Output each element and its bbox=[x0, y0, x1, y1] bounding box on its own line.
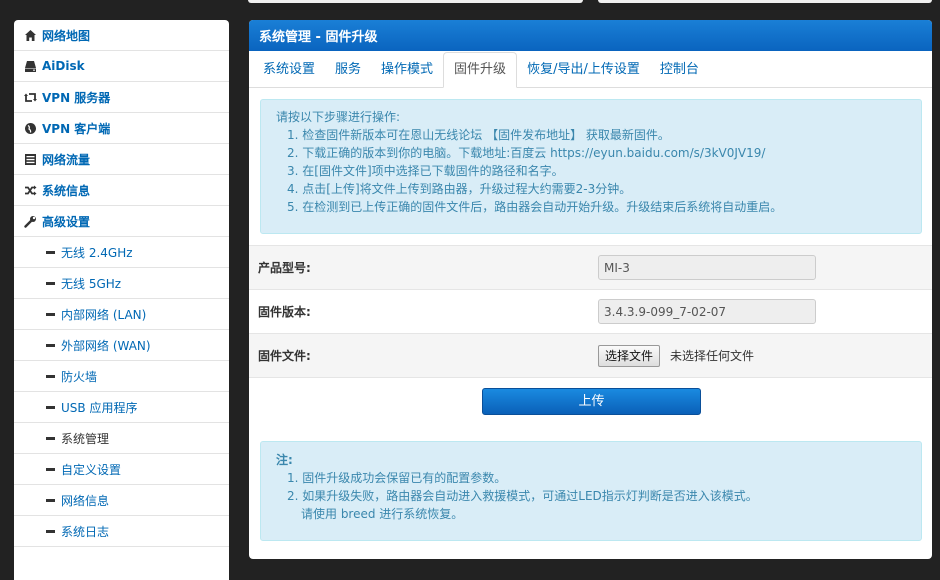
model-label: 产品型号: bbox=[258, 261, 311, 275]
sidebar-subitem-usb[interactable]: USB 应用程序 bbox=[14, 392, 229, 423]
model-row: 产品型号: MI-3 bbox=[249, 245, 932, 289]
sidebar-subitem-custom[interactable]: 自定义设置 bbox=[14, 454, 229, 485]
sidebar-subitem-label: 系统管理 bbox=[61, 431, 110, 446]
sidebar-item-aidisk[interactable]: AiDisk bbox=[14, 51, 229, 82]
tab-restore-export[interactable]: 恢复/导出/上传设置 bbox=[517, 53, 650, 87]
shuffle-icon bbox=[24, 184, 37, 197]
sidebar-item-label: VPN 客户端 bbox=[42, 121, 111, 136]
version-row: 固件版本: 3.4.3.9-099_7-02-07 bbox=[249, 289, 932, 333]
instruction-step: 4. 点击[上传]将文件上传到路由器，升级过程大约需要2-3分钟。 bbox=[287, 182, 632, 196]
sidebar: 网络地图 AiDisk VPN 服务器 VPN 客户端 网络流量 系统信息 高级… bbox=[14, 20, 229, 580]
sidebar-item-label: 网络地图 bbox=[42, 28, 91, 43]
instruction-step: 1. 检查固件新版本可在恩山无线论坛 【固件发布地址】 获取最新固件。 bbox=[287, 128, 670, 142]
sidebar-subitem-label: 系统日志 bbox=[61, 524, 110, 539]
instruction-step: 2. 下载正确的版本到你的电脑。下载地址:百度云 https://eyun.ba… bbox=[287, 146, 766, 160]
file-row: 固件文件: 选择文件 未选择任何文件 bbox=[249, 333, 932, 377]
sidebar-subitem-label: 外部网络 (WAN) bbox=[61, 338, 151, 353]
sidebar-subitem-net-info[interactable]: 网络信息 bbox=[14, 485, 229, 516]
note-line: 1. 固件升级成功会保留已有的配置参数。 bbox=[287, 471, 507, 485]
dash-icon bbox=[46, 467, 55, 471]
sidebar-subitem-wireless-24[interactable]: 无线 2.4GHz bbox=[14, 237, 229, 268]
hdd-icon bbox=[24, 60, 37, 73]
sidebar-item-network-map[interactable]: 网络地图 bbox=[14, 20, 229, 51]
dash-icon bbox=[46, 312, 55, 316]
tab-bar: 系统设置 服务 操作模式 固件升级 恢复/导出/上传设置 控制台 bbox=[249, 51, 932, 88]
choose-file-button[interactable]: 选择文件 bbox=[598, 344, 661, 367]
tab-operation-mode[interactable]: 操作模式 bbox=[371, 53, 443, 87]
sidebar-item-label: VPN 服务器 bbox=[42, 90, 111, 105]
tab-services[interactable]: 服务 bbox=[325, 53, 371, 87]
dash-icon bbox=[46, 498, 55, 502]
sidebar-subitem-wan[interactable]: 外部网络 (WAN) bbox=[14, 330, 229, 361]
sidebar-subitem-label: 内部网络 (LAN) bbox=[61, 307, 147, 322]
dash-icon bbox=[46, 343, 55, 347]
home-icon bbox=[24, 29, 37, 42]
main-panel: 系统管理 - 固件升级 系统设置 服务 操作模式 固件升级 恢复/导出/上传设置… bbox=[249, 20, 932, 559]
dash-icon bbox=[46, 250, 55, 254]
sidebar-subitem-wireless-5[interactable]: 无线 5GHz bbox=[14, 268, 229, 299]
upload-button[interactable]: 上传 bbox=[482, 388, 701, 415]
tab-system-settings[interactable]: 系统设置 bbox=[253, 53, 325, 87]
sidebar-item-label: AiDisk bbox=[42, 59, 85, 73]
sidebar-item-label: 高级设置 bbox=[42, 214, 91, 229]
list-icon bbox=[24, 153, 37, 166]
retweet-icon bbox=[24, 91, 37, 104]
no-file-text: 未选择任何文件 bbox=[670, 349, 755, 363]
sidebar-subitem-label: 无线 2.4GHz bbox=[61, 245, 133, 260]
model-field: MI-3 bbox=[598, 255, 816, 280]
top-bar-right bbox=[598, 0, 932, 3]
note-line: 2. 如果升级失败，路由器会自动进入救援模式，可通过LED指示灯判断是否进入该模… bbox=[287, 489, 758, 503]
sidebar-item-traffic[interactable]: 网络流量 bbox=[14, 144, 229, 175]
file-label: 固件文件: bbox=[258, 349, 311, 363]
sidebar-item-vpn-client[interactable]: VPN 客户端 bbox=[14, 113, 229, 144]
sidebar-item-advanced[interactable]: 高级设置 bbox=[14, 206, 229, 237]
sidebar-item-vpn-server[interactable]: VPN 服务器 bbox=[14, 82, 229, 113]
wrench-icon bbox=[24, 215, 37, 228]
version-field: 3.4.3.9-099_7-02-07 bbox=[598, 299, 816, 324]
dash-icon bbox=[46, 281, 55, 285]
tab-firmware-upgrade[interactable]: 固件升级 bbox=[443, 52, 518, 88]
sidebar-subitem-label: 自定义设置 bbox=[61, 462, 122, 477]
instruction-step: 3. 在[固件文件]项中选择已下载固件的路径和名字。 bbox=[287, 164, 564, 178]
sidebar-subitem-lan[interactable]: 内部网络 (LAN) bbox=[14, 299, 229, 330]
sidebar-subitem-label: 防火墙 bbox=[61, 369, 98, 384]
version-label: 固件版本: bbox=[258, 305, 311, 319]
sidebar-item-label: 网络流量 bbox=[42, 152, 91, 167]
dash-icon bbox=[46, 405, 55, 409]
sidebar-subitem-syslog[interactable]: 系统日志 bbox=[14, 516, 229, 547]
top-bar-left bbox=[248, 0, 583, 3]
sidebar-item-label: 系统信息 bbox=[42, 183, 91, 198]
sidebar-subitem-firewall[interactable]: 防火墙 bbox=[14, 361, 229, 392]
note-line: 请使用 breed 进行系统恢复。 bbox=[301, 507, 464, 521]
dash-icon bbox=[46, 374, 55, 378]
globe-icon bbox=[24, 122, 37, 135]
tab-console[interactable]: 控制台 bbox=[650, 53, 709, 87]
dash-icon bbox=[46, 529, 55, 533]
instruction-step: 5. 在检测到已上传正确的固件文件后，路由器会自动开始升级。升级结束后系统将自动… bbox=[287, 200, 783, 214]
sidebar-subitem-label: 网络信息 bbox=[61, 493, 110, 508]
dash-icon bbox=[46, 436, 55, 440]
sidebar-subitem-label: USB 应用程序 bbox=[61, 400, 138, 415]
panel-title: 系统管理 - 固件升级 bbox=[249, 20, 932, 51]
sidebar-subitem-system-admin[interactable]: 系统管理 bbox=[14, 423, 229, 454]
notes-box: 注: 1. 固件升级成功会保留已有的配置参数。 2. 如果升级失败，路由器会自动… bbox=[260, 441, 922, 541]
instructions-intro: 请按以下步骤进行操作: bbox=[276, 110, 401, 124]
instructions-box: 请按以下步骤进行操作: 1. 检查固件新版本可在恩山无线论坛 【固件发布地址】 … bbox=[260, 99, 922, 234]
upload-row bbox=[249, 377, 932, 379]
sidebar-item-system-info[interactable]: 系统信息 bbox=[14, 175, 229, 206]
sidebar-subitem-label: 无线 5GHz bbox=[61, 276, 122, 291]
notes-title: 注: bbox=[276, 453, 293, 467]
